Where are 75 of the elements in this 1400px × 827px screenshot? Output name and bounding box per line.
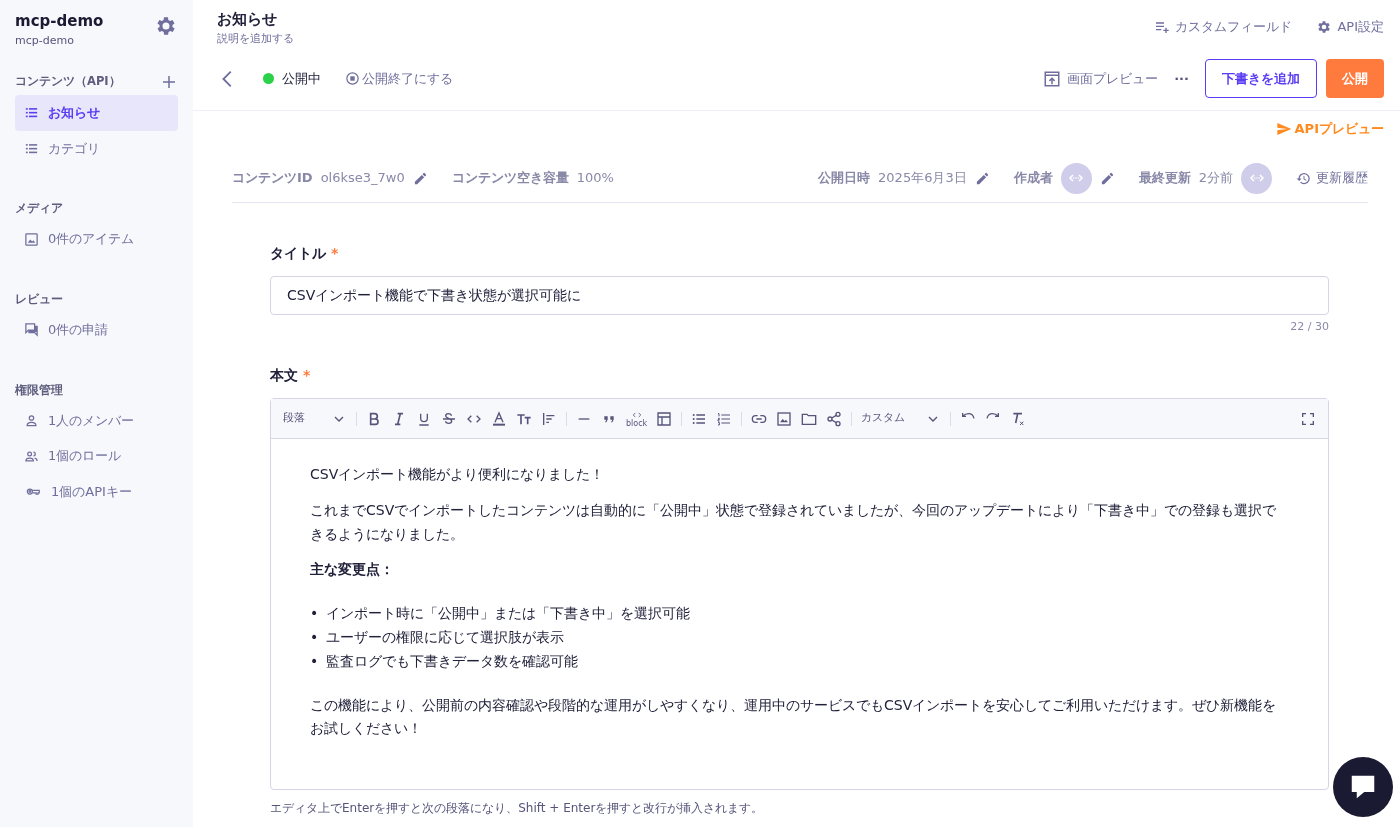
- add-description-link[interactable]: 説明を追加する: [217, 30, 294, 47]
- edit-icon[interactable]: [412, 170, 428, 186]
- custom-field-link[interactable]: カスタムフィールド: [1154, 17, 1293, 37]
- table-icon[interactable]: [656, 410, 673, 427]
- status-dot: [263, 73, 274, 84]
- content-id-label: コンテンツID: [232, 169, 313, 188]
- field-label: 本文: [270, 367, 298, 383]
- field-label: タイトル: [270, 244, 326, 261]
- image-icon: [24, 231, 39, 247]
- custom-dropdown[interactable]: カスタム: [861, 410, 942, 427]
- code-block-button[interactable]: block: [626, 409, 648, 428]
- page-title: お知らせ: [217, 9, 278, 30]
- align-icon[interactable]: [541, 410, 557, 427]
- history-link[interactable]: 更新履歴: [1296, 168, 1368, 188]
- sidebar-item[interactable]: カテゴリ: [15, 130, 178, 166]
- status-text: 公開中: [282, 69, 321, 88]
- sidebar-item[interactable]: 1人のメンバー: [15, 402, 178, 439]
- section-heading: メディア: [15, 200, 63, 217]
- more-button[interactable]: ···: [1174, 68, 1189, 89]
- edit-icon[interactable]: [974, 170, 990, 186]
- send-icon: [1275, 120, 1292, 137]
- capacity-label: コンテンツ空き容量: [451, 169, 569, 188]
- body-heading: 主な変更点：: [310, 560, 395, 580]
- api-settings-link[interactable]: API設定: [1316, 17, 1384, 37]
- bullet: •: [310, 651, 319, 671]
- updated-label: 最終更新: [1138, 169, 1191, 188]
- list-item: 監査ログでも下書きデータ数を確認可能: [326, 651, 579, 671]
- strikethrough-icon[interactable]: [441, 410, 457, 427]
- numbered-list-icon[interactable]: [716, 410, 733, 427]
- edit-icon[interactable]: [1099, 170, 1115, 186]
- chat-button[interactable]: [1333, 757, 1393, 817]
- editor-hint: エディタ上でEnterを押すと次の段落になり、Shift + Enterを押すと改行が挿入されます。: [270, 800, 765, 817]
- list-item: ユーザーの権限に応じて選択肢が表示: [326, 628, 565, 647]
- stop-icon: [345, 71, 360, 86]
- unpublish-link[interactable]: 公開終了にする: [345, 68, 453, 89]
- sidebar-item[interactable]: 0件の申請: [15, 312, 178, 348]
- service-id: mcp-demo: [15, 32, 75, 49]
- published-label: 公開日時: [818, 169, 871, 188]
- upload-icon: [1043, 69, 1062, 88]
- history-icon: [1296, 170, 1311, 186]
- bullet: •: [310, 628, 319, 647]
- sidebar-item[interactable]: お知らせ: [15, 95, 178, 131]
- required-mark: *: [330, 244, 339, 261]
- body-paragraph: この機能により、公開前の内容確認や段階的な運用がしやすくなり、運用中のサービスでもCSVインポートを安心してご利用いただけます。ぜひ新機能をお試しください！: [310, 695, 1278, 739]
- updated-time: 2分前: [1198, 169, 1233, 188]
- fullscreen-icon[interactable]: [1300, 410, 1316, 427]
- sidebar-item[interactable]: 0件のアイテム: [15, 221, 178, 257]
- section-heading: レビュー: [15, 290, 63, 308]
- sidebar-item[interactable]: 1個のロール: [15, 438, 178, 474]
- list-item: インポート時に「公開中」または「下書き中」を選択可能: [326, 604, 691, 624]
- published-date: 2025年6月3日: [878, 169, 967, 188]
- content-id-value: ol6kse3_7w0: [320, 169, 405, 188]
- service-name: mcp-demo: [15, 11, 104, 32]
- block-format-dropdown[interactable]: 段落: [283, 410, 347, 427]
- bullet: •: [310, 604, 319, 624]
- add-icon[interactable]: [160, 73, 178, 91]
- clear-format-icon[interactable]: [1010, 410, 1027, 427]
- people-icon: [24, 448, 39, 464]
- character-counter: 22 / 30: [1289, 318, 1329, 335]
- chat-icon: [24, 322, 39, 338]
- image-icon[interactable]: [776, 410, 793, 427]
- section-heading: コンテンツ（API）: [15, 73, 121, 91]
- body-paragraph: これまでCSVでインポートしたコンテンツは自動的に「公開中」状態で登録されていましたが、今回のアップデートにより「下書き中」での登録も選択できるようになりました。: [310, 500, 1278, 544]
- person-icon: [24, 413, 39, 428]
- required-mark: *: [302, 367, 311, 383]
- section-heading: 権限管理: [15, 381, 63, 399]
- text-color-icon[interactable]: [491, 410, 507, 427]
- capacity-value: 100%: [576, 169, 614, 188]
- title-input[interactable]: CSVインポート機能で下書き状態が選択可能に: [270, 275, 1329, 315]
- preview-link[interactable]: 画面プレビュー: [1043, 68, 1159, 89]
- add-draft-button[interactable]: 下書きを追加: [1205, 58, 1317, 99]
- share-icon[interactable]: [826, 410, 843, 427]
- author-label: 作成者: [1013, 169, 1053, 188]
- sidebar-item[interactable]: 1個のAPIキー: [15, 473, 178, 510]
- body-paragraph: CSVインポート機能がより便利になりました！: [310, 465, 606, 484]
